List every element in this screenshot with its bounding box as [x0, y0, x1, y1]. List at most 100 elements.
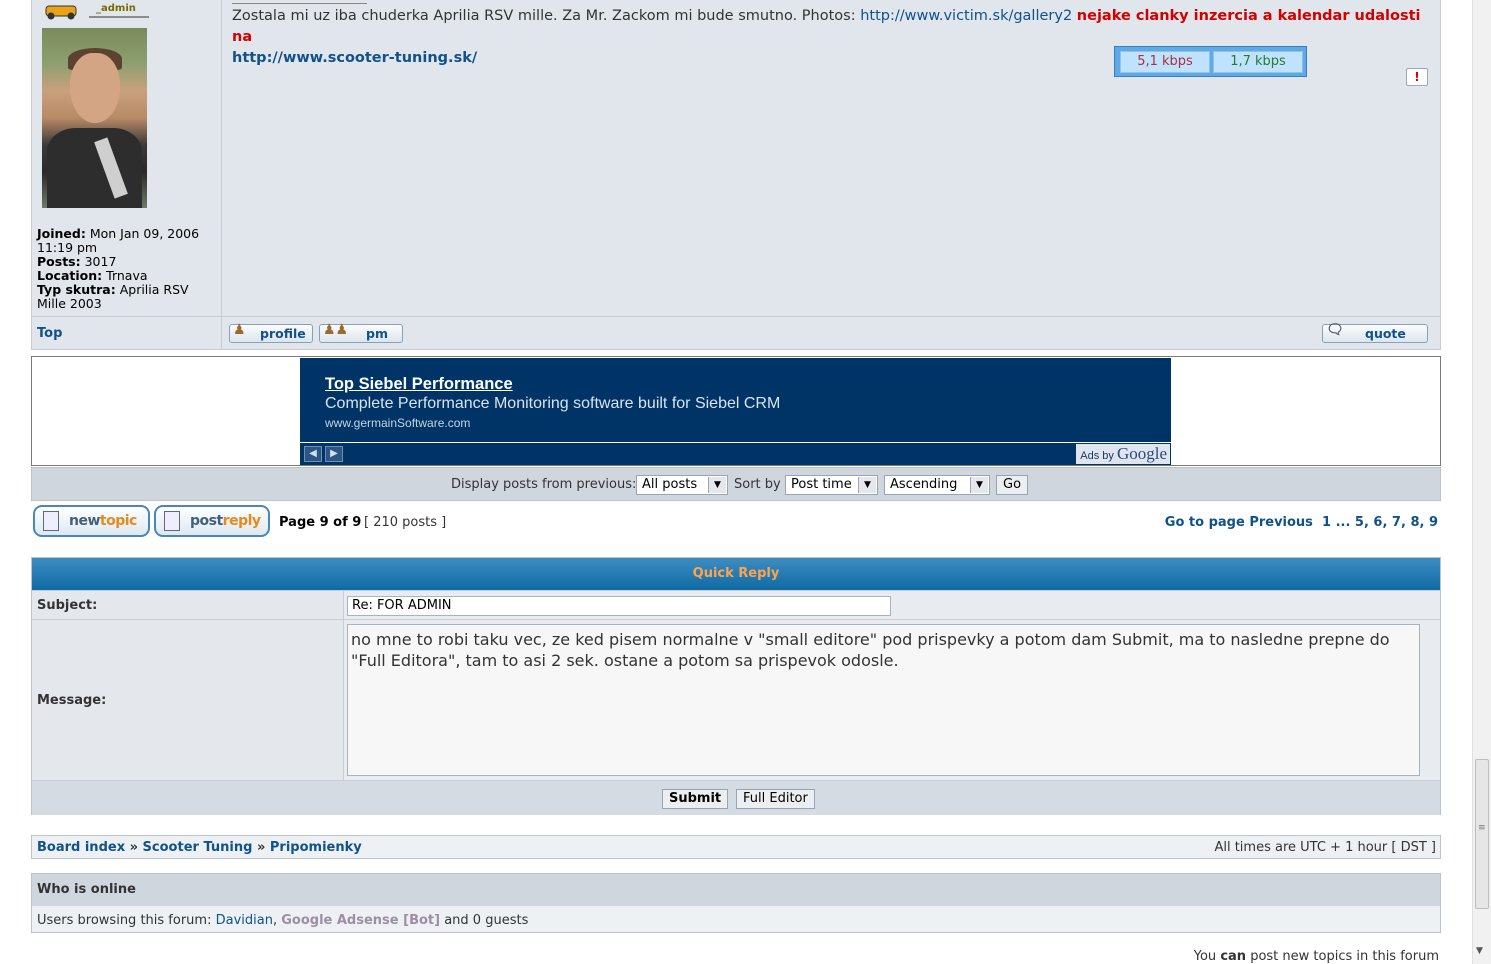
gallery-link[interactable]: http://www.victim.sk/gallery2: [860, 8, 1072, 24]
message-row: Message: no mne to robi taku vec, ze ked…: [32, 619, 1440, 781]
submit-row: Submit Full Editor: [32, 780, 1440, 815]
signature-divider: [232, 0, 367, 4]
subject-row: Subject: Re: FOR ADMIN: [32, 590, 1440, 620]
ad-unit[interactable]: Top Siebel Performance Complete Performa…: [300, 358, 1171, 465]
sort-bar: Display posts from previous: All posts ▼…: [31, 467, 1441, 501]
quick-reply-panel: Quick Reply Subject: Re: FOR ADMIN Messa…: [31, 557, 1441, 815]
page-info: Page 9 of 9: [279, 515, 362, 530]
ad-prev-icon[interactable]: ◀: [304, 446, 322, 462]
profile-button[interactable]: ♟ profile: [229, 322, 313, 343]
scrollbar-thumb[interactable]: ≡: [1475, 759, 1489, 909]
scrollbar[interactable]: ≡ ▼: [1472, 0, 1491, 964]
online-user-bot[interactable]: Google Adsense [Bot]: [281, 913, 440, 928]
kbps-left: 5,1 kbps: [1120, 51, 1210, 73]
rank-image: _admin: [44, 0, 152, 20]
ads-by-google[interactable]: Ads by Google: [1076, 444, 1170, 464]
who-is-online-title: Who is online: [32, 874, 1440, 906]
scroll-down-icon[interactable]: ▼: [1476, 946, 1483, 956]
post-reply-button[interactable]: postreply: [154, 505, 270, 537]
pagination-links: Go to page Previous 1 ... 5, 6, 7, 8, 9: [1165, 515, 1438, 530]
new-topic-label-a: new: [69, 513, 100, 529]
profile-button-label: profile: [260, 326, 306, 341]
post-container: _admin Joined: Mon Jan 09, 2006 11:19 pm…: [31, 0, 1441, 350]
message-textarea[interactable]: no mne to robi taku vec, ze ked pisem no…: [347, 624, 1420, 776]
ad-url[interactable]: www.germainSoftware.com: [325, 416, 470, 430]
who-is-online: Who is online Users browsing this forum:…: [31, 873, 1441, 933]
board-index-link[interactable]: Board index: [37, 840, 125, 855]
quick-reply-title: Quick Reply: [32, 558, 1440, 590]
pm-button[interactable]: ♟♟ pm: [319, 322, 403, 343]
sort-label: Sort by: [734, 477, 781, 492]
ad-title[interactable]: Top Siebel Performance: [325, 375, 513, 394]
speed-widget: 5,1 kbps 1,7 kbps: [1114, 46, 1307, 77]
go-button[interactable]: Go: [996, 475, 1029, 495]
permissions-a: You: [1193, 949, 1217, 964]
sort-select-value: Post time: [791, 477, 852, 492]
ad-bar: ◀ ▶ Ads by Google: [300, 442, 1171, 465]
quote-button-label: quote: [1365, 326, 1406, 341]
order-select-value: Ascending: [890, 477, 958, 492]
forum-link[interactable]: Scooter Tuning: [143, 840, 253, 855]
previous-page-link[interactable]: Previous: [1249, 515, 1313, 530]
display-label: Display posts from previous:: [451, 477, 637, 492]
post-reply-label-b: reply: [222, 513, 261, 529]
display-select-value: All posts: [642, 477, 698, 492]
quote-icon: 🗨: [1326, 322, 1344, 338]
subforum-link[interactable]: Pripomienky: [270, 840, 362, 855]
profile-details: Joined: Mon Jan 09, 2006 11:19 pm Posts:…: [37, 227, 217, 311]
ad-next-icon[interactable]: ▶: [325, 446, 343, 462]
quote-button[interactable]: 🗨 quote: [1322, 322, 1428, 343]
goto-page-label: Go to page: [1164, 515, 1245, 530]
new-topic-icon: [43, 511, 59, 531]
ad-banner: Top Siebel Performance Complete Performa…: [31, 356, 1441, 466]
avatar: [42, 28, 147, 208]
kbps-right: 1,7 kbps: [1213, 51, 1303, 73]
type-label: Typ skutra:: [37, 282, 116, 297]
online-user-davidian[interactable]: Davidian: [216, 913, 273, 928]
signature-text: Zostala mi uz iba chuderka Aprilia RSV m…: [232, 8, 856, 24]
rank-label: _admin: [96, 3, 136, 14]
sort-select[interactable]: Post time ▼: [785, 475, 878, 495]
ads-by-label: Ads by: [1080, 450, 1114, 462]
permissions-b: can: [1220, 949, 1247, 964]
post-reply-icon: [164, 511, 180, 531]
chevron-down-icon: ▼: [858, 477, 876, 493]
location-label: Location:: [37, 268, 103, 283]
posts-value: 3017: [84, 254, 117, 269]
breadcrumb-separator: »: [256, 840, 266, 855]
post-reply-label-a: post: [190, 513, 223, 529]
online-suffix: and 0 guests: [444, 913, 529, 928]
post-author-column: _admin Joined: Mon Jan 09, 2006 11:19 pm…: [32, 0, 222, 316]
breadcrumb-separator: »: [129, 840, 139, 855]
google-logo: Google: [1116, 444, 1167, 463]
order-select[interactable]: Ascending ▼: [884, 475, 990, 495]
joined-label: Joined:: [37, 226, 86, 241]
message-label: Message:: [32, 620, 344, 781]
online-prefix: Users browsing this forum:: [37, 913, 212, 928]
post-count: [ 210 posts ]: [364, 515, 447, 530]
posts-label: Posts:: [37, 254, 81, 269]
site-link[interactable]: http://www.scooter-tuning.sk/: [232, 50, 477, 66]
new-topic-button[interactable]: newtopic: [33, 505, 150, 537]
post-footer: Top ♟ profile ♟♟ pm 🗨 quote: [32, 316, 1440, 350]
chevron-down-icon: ▼: [708, 477, 726, 493]
ad-description: Complete Performance Monitoring software…: [325, 395, 781, 412]
full-editor-button[interactable]: Full Editor: [736, 789, 815, 809]
location-value: Trnava: [106, 268, 148, 283]
pm-icon: ♟♟: [323, 322, 349, 338]
profile-icon: ♟: [233, 322, 246, 338]
timezone-info: All times are UTC + 1 hour [ DST ]: [1214, 840, 1436, 855]
page-numbers[interactable]: 1 ... 5, 6, 7, 8, 9: [1322, 515, 1438, 530]
breadcrumb: Board index » Scooter Tuning » Pripomien…: [31, 835, 1441, 859]
new-topic-label-b: topic: [99, 513, 137, 529]
report-icon[interactable]: !: [1406, 68, 1428, 86]
submit-button[interactable]: Submit: [662, 789, 729, 809]
subject-input[interactable]: Re: FOR ADMIN: [347, 596, 891, 616]
permissions-c: post new topics in this forum: [1250, 949, 1439, 964]
permissions-text: You can post new topics in this forum: [1194, 949, 1439, 964]
display-select[interactable]: All posts ▼: [636, 475, 728, 495]
chevron-down-icon: ▼: [970, 477, 988, 493]
subject-label: Subject:: [32, 591, 344, 620]
top-link[interactable]: Top: [37, 326, 62, 341]
pm-button-label: pm: [366, 326, 388, 341]
